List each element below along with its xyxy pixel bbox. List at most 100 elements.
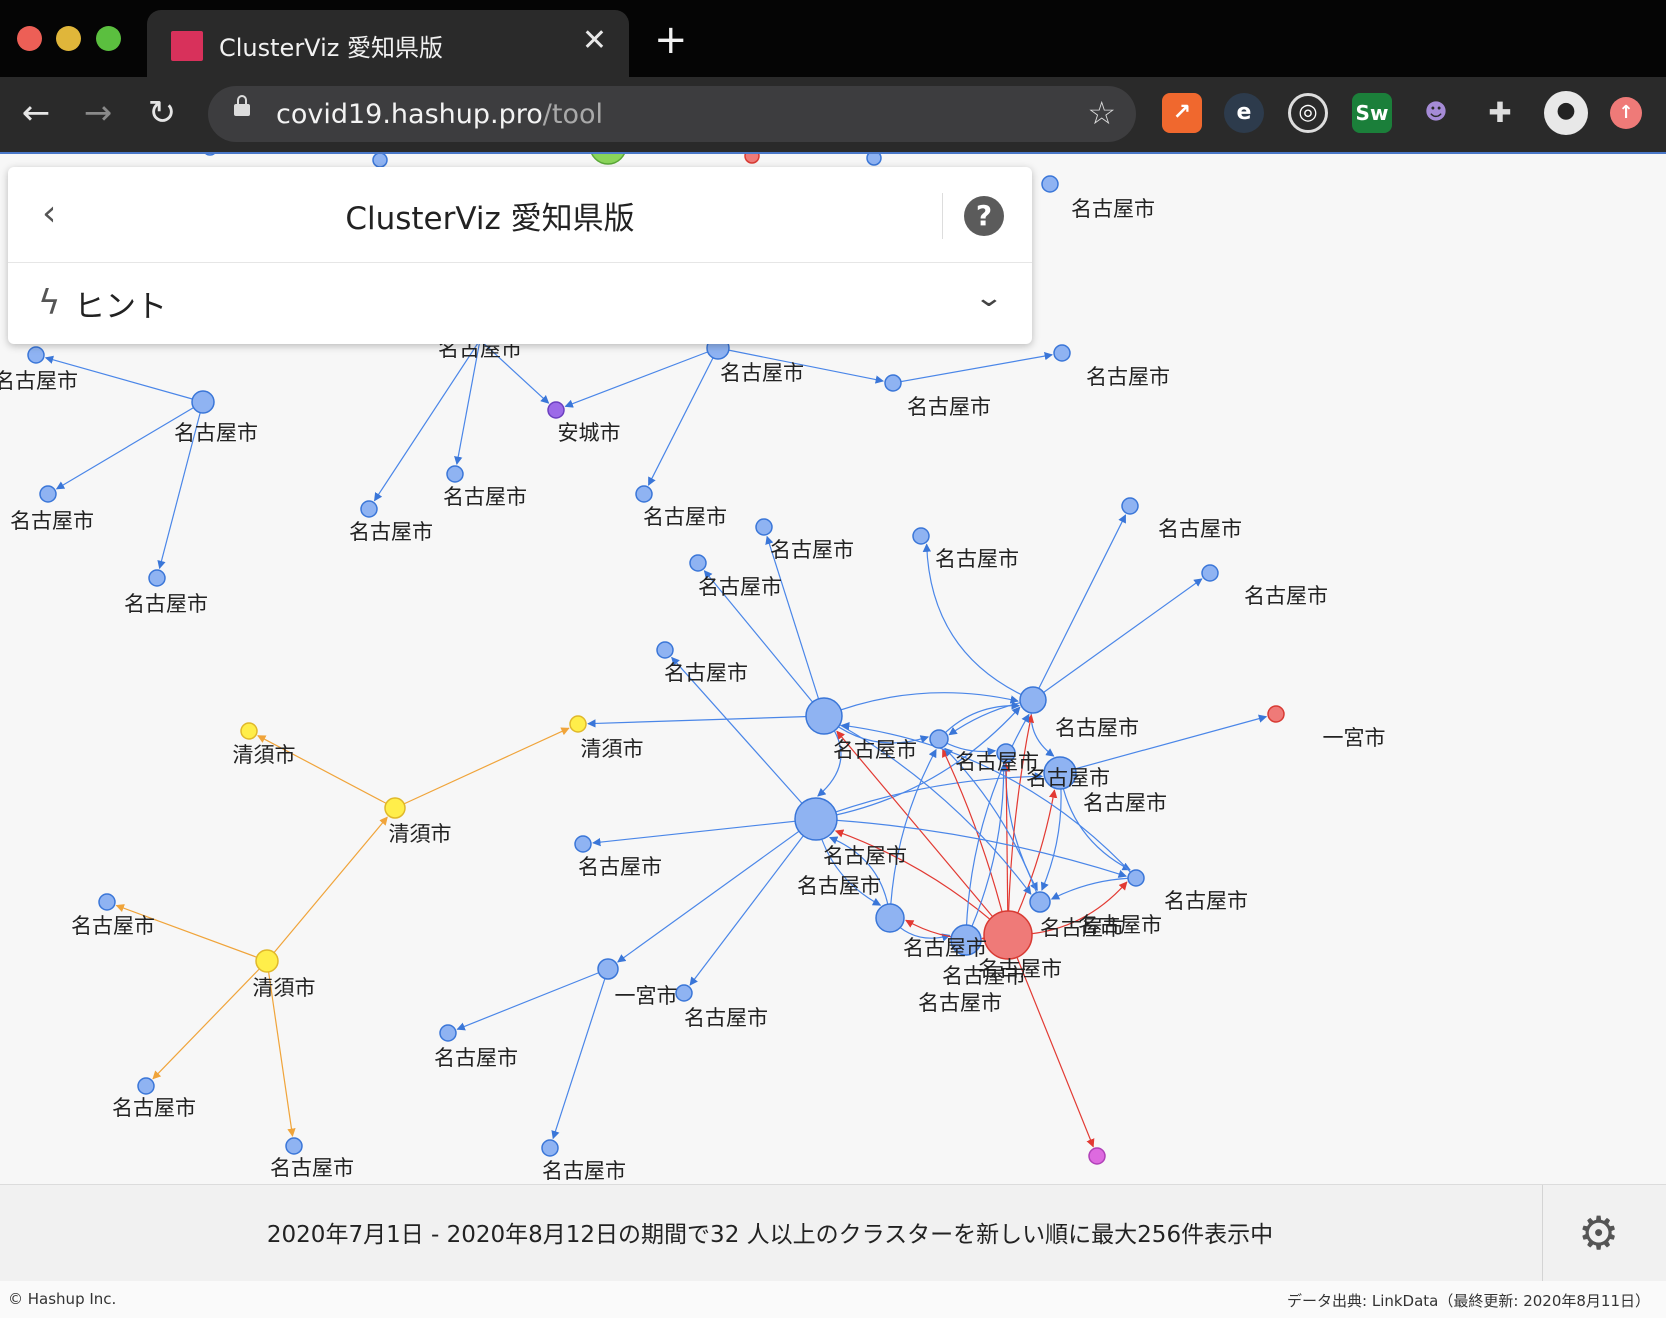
cluster-node[interactable]: [1267, 705, 1285, 723]
cluster-node[interactable]: [191, 390, 215, 414]
cluster-node[interactable]: [240, 722, 258, 740]
close-tab-icon[interactable]: ✕: [582, 24, 607, 58]
cluster-node[interactable]: [1201, 564, 1219, 582]
cluster-node[interactable]: [755, 518, 773, 536]
cluster-node[interactable]: [875, 903, 905, 933]
cluster-node[interactable]: [689, 554, 707, 572]
url-text[interactable]: covid19.hashup.pro/tool: [276, 99, 603, 130]
cluster-node[interactable]: [255, 949, 279, 973]
cluster-node[interactable]: [98, 893, 116, 911]
browser-tab[interactable]: ClusterViz 愛知県版 ✕: [147, 10, 629, 77]
cluster-node[interactable]: [805, 697, 843, 735]
graph-edge: [889, 748, 937, 919]
cluster-node[interactable]: [1041, 175, 1059, 193]
node-label: 名古屋市: [174, 421, 258, 445]
help-icon[interactable]: ?: [964, 196, 1004, 236]
node-label: 名古屋市: [797, 874, 881, 898]
browser-toolbar: ← → ↻ covid19.hashup.pro/tool ☆ ↗ e ◎ Sw…: [0, 77, 1666, 154]
cluster-node[interactable]: [39, 485, 57, 503]
data-source: データ出典: LinkData（最終更新: 2020年8月11日）: [1287, 1292, 1650, 1310]
divider: [8, 262, 1032, 263]
cluster-node[interactable]: [372, 154, 388, 168]
minimize-window-button[interactable]: [56, 26, 81, 51]
forward-arrow-icon[interactable]: →: [76, 91, 120, 135]
cluster-node[interactable]: [1127, 869, 1145, 887]
cluster-node[interactable]: [929, 729, 949, 749]
bookmark-star-icon[interactable]: ☆: [1087, 94, 1116, 132]
cluster-node[interactable]: [574, 835, 592, 853]
header-card: ‹ ClusterViz 愛知県版 ? ϟ ヒント ⌄: [8, 167, 1032, 344]
cluster-node[interactable]: [1029, 891, 1051, 913]
graph-edge: [617, 818, 817, 963]
address-bar[interactable]: covid19.hashup.pro/tool ☆: [208, 86, 1136, 142]
cluster-node[interactable]: [148, 569, 166, 587]
cluster-node[interactable]: [360, 500, 378, 518]
profile-avatar[interactable]: ●: [1544, 91, 1588, 135]
update-arrow-icon[interactable]: ↑: [1610, 97, 1642, 129]
node-label: 清須市: [253, 976, 316, 1000]
cluster-node[interactable]: [794, 797, 838, 841]
cluster-node[interactable]: [884, 374, 902, 392]
cluster-node[interactable]: [1053, 344, 1071, 362]
cluster-node[interactable]: [866, 154, 882, 166]
node-label: 名古屋市: [71, 914, 155, 938]
extensions-puzzle-icon[interactable]: ✚: [1480, 93, 1520, 133]
cluster-node[interactable]: [1121, 497, 1139, 515]
graph-edge: [587, 715, 825, 728]
maximize-window-button[interactable]: [96, 26, 121, 51]
node-label: 名古屋市: [935, 547, 1019, 571]
node-label: 名古屋市: [1026, 766, 1110, 790]
node-label: 名古屋市: [643, 505, 727, 529]
graph-edge: [394, 727, 570, 809]
cluster-node[interactable]: [569, 715, 587, 733]
node-label: 名古屋市: [833, 738, 917, 762]
sw-extension-icon[interactable]: Sw: [1352, 93, 1392, 133]
node-label: 一宮市: [1323, 726, 1386, 750]
node-label: 名古屋市: [1078, 913, 1162, 937]
graph-edge: [592, 818, 817, 847]
cluster-node[interactable]: [285, 1137, 303, 1155]
cluster-node[interactable]: [590, 154, 626, 165]
cluster-node[interactable]: [656, 641, 674, 659]
cluster-node[interactable]: [635, 485, 653, 503]
cluster-node[interactable]: [912, 527, 930, 545]
cluster-node[interactable]: [203, 154, 217, 156]
chevron-down-icon[interactable]: ⌄: [974, 283, 1005, 313]
node-label: 名古屋市: [349, 520, 433, 544]
graph-edge: [815, 772, 1044, 820]
back-arrow-icon[interactable]: ←: [14, 91, 58, 135]
graph-edge: [266, 816, 388, 962]
cluster-node[interactable]: [675, 984, 693, 1002]
graph-edge: [765, 535, 825, 717]
cluster-node[interactable]: [27, 346, 45, 364]
cluster-node[interactable]: [541, 1139, 559, 1157]
cluster-node[interactable]: [384, 797, 406, 819]
node-label: 名古屋市: [270, 1156, 354, 1180]
cluster-node[interactable]: [983, 910, 1033, 960]
node-label: 清須市: [581, 737, 644, 761]
cluster-node[interactable]: [1019, 686, 1047, 714]
octocat-extension-icon[interactable]: ☻: [1416, 93, 1456, 133]
node-label: 名古屋市: [1244, 584, 1328, 608]
close-window-button[interactable]: [17, 26, 42, 51]
gear-icon[interactable]: ⚙: [1578, 1205, 1619, 1261]
analytics-extension-icon[interactable]: ↗: [1162, 93, 1202, 133]
node-label: 名古屋市: [1158, 517, 1242, 541]
cluster-node[interactable]: [137, 1077, 155, 1095]
graph-edge: [1032, 578, 1203, 701]
e-extension-icon[interactable]: e: [1224, 93, 1264, 133]
reload-icon[interactable]: ↻: [140, 91, 184, 135]
graph-edge: [689, 818, 817, 986]
new-tab-button[interactable]: +: [654, 20, 688, 60]
cluster-node[interactable]: [439, 1024, 457, 1042]
cluster-node[interactable]: [597, 958, 619, 980]
cluster-node[interactable]: [744, 154, 760, 164]
cluster-node[interactable]: [1088, 1147, 1106, 1165]
node-label: 名古屋市: [698, 575, 782, 599]
cluster-node[interactable]: [547, 401, 565, 419]
node-label: 名古屋市: [0, 369, 78, 393]
target-extension-icon[interactable]: ◎: [1288, 93, 1328, 133]
hint-toggle[interactable]: ヒント: [74, 281, 167, 326]
node-label: 名古屋市: [903, 936, 987, 960]
cluster-node[interactable]: [446, 465, 464, 483]
